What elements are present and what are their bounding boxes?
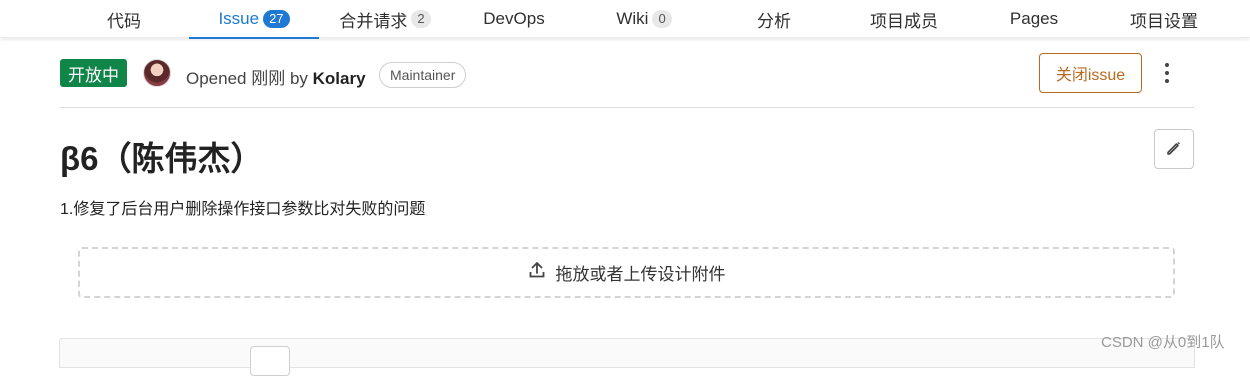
comment-panel	[59, 338, 1195, 376]
issue-header: 开放中 Opened 刚刚 by Kolary Maintainer 关闭iss…	[60, 52, 1194, 96]
watermark: CSDN @从0到1队	[1101, 334, 1225, 351]
project-nav: 代码 Issue 27 合并请求 2 DevOps Wiki 0 分析 项目成员…	[0, 0, 1250, 39]
tab-label: 合并请求	[339, 11, 408, 31]
tab-count-badge: 27	[263, 10, 290, 28]
tab-count-badge: 2	[411, 10, 431, 28]
tab-label: Pages	[1009, 9, 1059, 28]
toolbar-button[interactable]	[250, 346, 290, 376]
tab-count-badge: 0	[652, 10, 672, 28]
tab-code[interactable]: 代码	[104, 0, 144, 38]
tab-wiki[interactable]: Wiki 0	[613, 0, 675, 38]
more-actions-icon[interactable]	[1158, 60, 1176, 86]
edit-title-button[interactable]	[1154, 129, 1194, 169]
opened-prefix: Opened 刚刚 by	[186, 69, 308, 88]
issue-description: 1.修复了后台用户删除操作接口参数比对失败的问题	[60, 201, 426, 218]
upload-label: 拖放或者上传设计附件	[555, 265, 726, 284]
tab-label: 代码	[107, 11, 141, 31]
role-badge: Maintainer	[379, 62, 467, 88]
tab-label: 分析	[757, 11, 791, 31]
tab-pages[interactable]: Pages	[1010, 0, 1058, 38]
divider	[60, 107, 1194, 108]
tab-devops[interactable]: DevOps	[482, 0, 546, 38]
upload-icon	[528, 261, 546, 284]
design-upload-dropzone[interactable]: 拖放或者上传设计附件	[78, 247, 1175, 298]
tab-label: Issue	[218, 9, 260, 28]
close-issue-button[interactable]: 关闭issue	[1039, 53, 1142, 93]
tab-merge-requests[interactable]: 合并请求 2	[337, 0, 433, 38]
tab-label: Wiki	[616, 9, 649, 28]
tab-label: DevOps	[483, 9, 545, 28]
author-link[interactable]: Kolary	[313, 69, 366, 88]
tab-members[interactable]: 项目成员	[868, 0, 940, 38]
issue-title: β6（陈伟杰）	[60, 140, 264, 177]
tab-label: 项目成员	[870, 11, 938, 31]
tab-settings[interactable]: 项目设置	[1128, 0, 1200, 38]
pencil-icon	[1165, 139, 1183, 160]
status-badge: 开放中	[60, 59, 127, 87]
tab-analytics[interactable]: 分析	[754, 0, 794, 38]
tab-issue[interactable]: Issue 27	[189, 0, 319, 39]
avatar[interactable]	[143, 59, 171, 87]
opened-by-text: Opened 刚刚 by Kolary	[186, 64, 366, 89]
tab-label: 项目设置	[1130, 11, 1198, 31]
